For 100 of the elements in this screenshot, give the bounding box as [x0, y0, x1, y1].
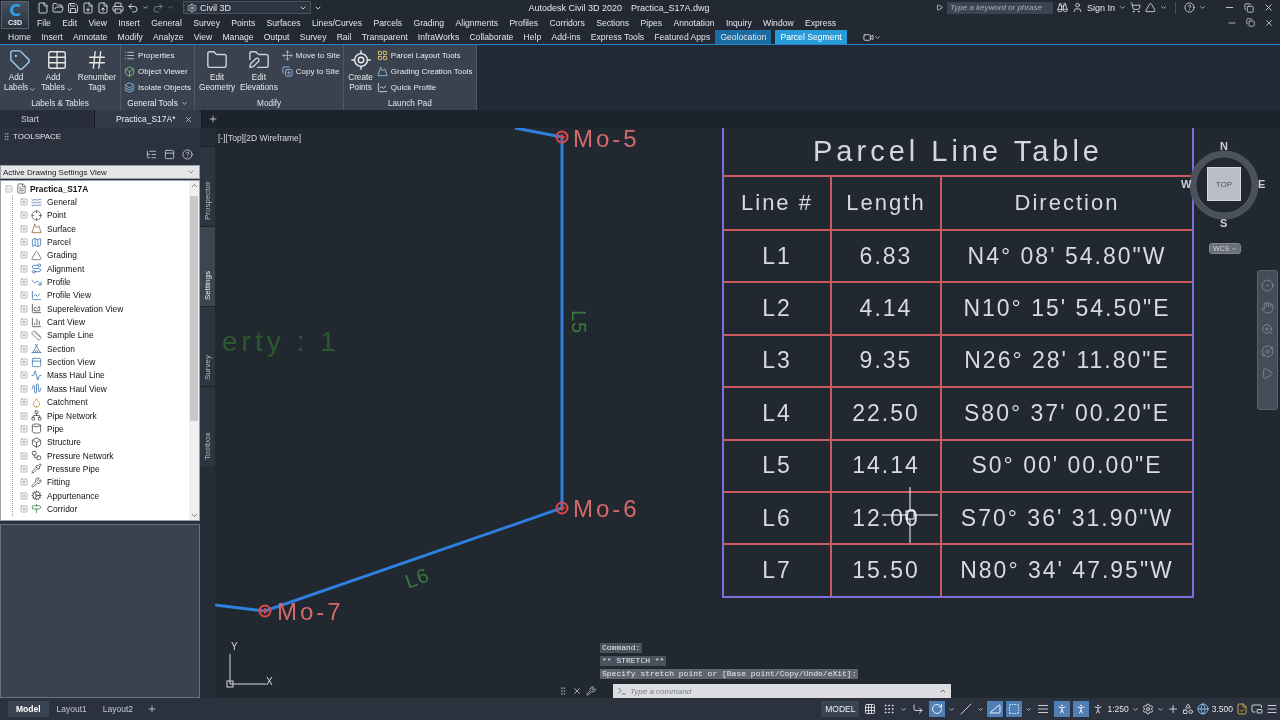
scroll-down-icon[interactable]: [189, 511, 199, 520]
tree-item[interactable]: Grading: [47, 250, 77, 261]
tree-item[interactable]: Appurtenance: [47, 490, 100, 501]
ribbon-tab[interactable]: Add-ins: [546, 30, 586, 44]
tree-view-icon[interactable]: [146, 149, 157, 160]
ribbon-tab[interactable]: Geolocation: [715, 30, 772, 44]
vertical-tab[interactable]: Prospector: [200, 146, 215, 226]
menu-item[interactable]: Parcels: [373, 17, 403, 28]
tree-item[interactable]: Profile View: [47, 290, 92, 301]
ribbon-tab[interactable]: Insert: [36, 30, 68, 44]
close-icon[interactable]: [1263, 2, 1274, 13]
layers-icon[interactable]: [124, 82, 136, 93]
ribbon-tab[interactable]: Rail: [331, 30, 357, 44]
target-icon[interactable]: [349, 49, 372, 71]
shapes-icon[interactable]: [1181, 703, 1194, 715]
tree-item[interactable]: Parcel: [47, 237, 71, 248]
ribbon-tab[interactable]: Manage: [217, 30, 259, 44]
ribbon-tab[interactable]: Annotate: [67, 30, 113, 44]
ribbon-tab[interactable]: Help: [518, 30, 547, 44]
copy-icon[interactable]: [281, 66, 293, 77]
grip-icon[interactable]: [2, 132, 11, 141]
move-icon[interactable]: [281, 50, 293, 61]
circular-arrow-icon[interactable]: [929, 701, 946, 717]
undo-icon[interactable]: [127, 1, 139, 14]
file-tab[interactable]: Start: [0, 110, 95, 128]
panel-title[interactable]: General Tools: [125, 99, 190, 108]
ribbon-button[interactable]: Grading Creation Tools: [375, 64, 474, 79]
tree-item[interactable]: Pipe: [47, 423, 64, 434]
menu-item[interactable]: Points: [231, 17, 256, 28]
tree-item[interactable]: Alignment: [47, 263, 85, 274]
file-up-arrow-icon[interactable]: [97, 1, 109, 14]
layout-tab[interactable]: Model: [8, 701, 49, 717]
figure-icon[interactable]: [1073, 701, 1090, 717]
gear-icon[interactable]: [1141, 703, 1154, 715]
close-icon[interactable]: [183, 114, 193, 124]
ribbon-tab[interactable]: Modify: [112, 30, 148, 44]
vertical-tab[interactable]: Settings: [200, 226, 215, 306]
tree-item[interactable]: Corridor: [47, 503, 78, 514]
menu-icon[interactable]: [1266, 703, 1278, 715]
menu-item[interactable]: Sections: [596, 17, 630, 28]
view-dropdown[interactable]: Active Drawing Settings View: [0, 165, 200, 179]
gear-icon[interactable]: [187, 2, 197, 13]
command-input[interactable]: Type a command: [630, 685, 936, 697]
ribbon-tab[interactable]: View: [188, 30, 218, 44]
window-icon[interactable]: [1251, 703, 1263, 715]
caret-icon[interactable]: [65, 86, 73, 93]
menu-item[interactable]: Profiles: [509, 17, 539, 28]
compass-label[interactable]: N: [1220, 141, 1228, 152]
tree-item[interactable]: Mass Haul View: [47, 383, 107, 394]
tree-item[interactable]: Point: [47, 210, 67, 221]
ribbon-button[interactable]: Quick Profile: [375, 80, 474, 95]
grid-icon[interactable]: [376, 50, 388, 61]
status-value[interactable]: 3.500: [1211, 704, 1233, 714]
drawing-canvas[interactable]: [215, 128, 1280, 698]
globe-icon[interactable]: [1196, 703, 1209, 715]
compass-label[interactable]: W: [1181, 179, 1192, 190]
caret-icon[interactable]: [873, 33, 881, 41]
caret-icon[interactable]: [900, 705, 908, 713]
ribbon-tab[interactable]: Featured Apps: [649, 30, 716, 44]
wrench-icon[interactable]: [586, 686, 596, 696]
close-icon[interactable]: [572, 686, 582, 696]
file-check-icon[interactable]: [1236, 703, 1248, 715]
ribbon-button[interactable]: Add Tables: [39, 48, 75, 94]
vertical-tab[interactable]: Survey: [200, 306, 215, 386]
tag-icon[interactable]: [9, 49, 32, 71]
caret-icon[interactable]: [180, 100, 188, 107]
tree-item[interactable]: Cant View: [47, 317, 86, 328]
workspace-dropdown[interactable]: Civil 3D: [183, 1, 311, 14]
menu-item[interactable]: Survey: [193, 17, 220, 28]
plus-icon[interactable]: [147, 704, 158, 714]
ribbon-tab[interactable]: Analyze: [147, 30, 189, 44]
caret-icon[interactable]: [1156, 705, 1164, 713]
ribbon-button[interactable]: Create Points: [346, 48, 375, 94]
ribbon-button[interactable]: Edit Geometry: [197, 48, 237, 94]
menu-item[interactable]: View: [88, 17, 107, 28]
menu-item[interactable]: Annotation: [673, 17, 715, 28]
sign-in-link[interactable]: Sign In: [1086, 2, 1115, 13]
ribbon-button[interactable]: Isolate Objects: [123, 80, 192, 95]
ribbon-button[interactable]: Move to Site: [280, 48, 342, 63]
list-icon[interactable]: [124, 50, 136, 61]
grip-icon[interactable]: [558, 686, 568, 696]
caret-icon[interactable]: [142, 4, 149, 11]
tree-item[interactable]: Pressure Network: [47, 450, 114, 461]
tree-item[interactable]: Structure: [47, 437, 81, 448]
help-icon[interactable]: [182, 149, 193, 160]
ribbon-tab[interactable]: InfraWorks: [412, 30, 465, 44]
ribbon-button[interactable]: Parcel Layout Tools: [375, 48, 474, 63]
search-field[interactable]: Type a keyword or phrase: [946, 1, 1053, 14]
menu-item[interactable]: Grading: [413, 17, 445, 28]
menu-item[interactable]: Inquiry: [725, 17, 752, 28]
table-icon[interactable]: [45, 49, 68, 71]
menu-item[interactable]: File: [37, 17, 51, 28]
plus-icon[interactable]: [207, 114, 218, 124]
tree-item[interactable]: Fitting: [47, 477, 70, 488]
tree-item[interactable]: Pressure Pipe: [47, 463, 100, 474]
figure-icon[interactable]: [1054, 701, 1071, 717]
viewport-label[interactable]: [-][Top][2D Wireframe]: [218, 133, 302, 143]
ribbon-button[interactable]: Add Labels: [2, 48, 39, 94]
new-file-icon[interactable]: [37, 1, 49, 14]
close-icon[interactable]: [1264, 17, 1274, 28]
